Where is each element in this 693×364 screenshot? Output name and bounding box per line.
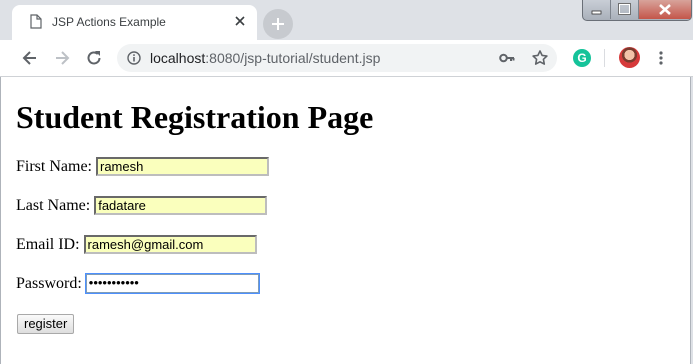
address-bar[interactable]: localhost:8080/jsp-tutorial/student.jsp <box>117 44 557 72</box>
maximize-button[interactable] <box>611 0 639 19</box>
password-input[interactable]: ••••••••••• <box>85 274 259 293</box>
star-icon[interactable] <box>531 49 549 67</box>
minimize-icon <box>591 10 602 15</box>
url-host: localhost <box>150 50 206 66</box>
new-tab-button[interactable] <box>263 9 293 39</box>
toolbar-divider <box>604 49 605 67</box>
maximize-icon <box>618 3 631 15</box>
browser-titlebar: JSP Actions Example <box>0 0 693 40</box>
back-arrow-icon[interactable] <box>21 49 39 67</box>
password-label: Password: <box>16 274 82 292</box>
tab-title: JSP Actions Example <box>52 15 166 29</box>
first-name-label: First Name: <box>16 157 92 175</box>
minimize-button[interactable] <box>583 0 611 19</box>
plus-icon <box>272 18 284 30</box>
url-path: :8080/jsp-tutorial/student.jsp <box>205 50 381 66</box>
browser-tab[interactable]: JSP Actions Example <box>12 5 257 40</box>
first-name-input[interactable]: ramesh <box>96 157 269 176</box>
window-controls <box>582 0 692 21</box>
forward-arrow-icon[interactable] <box>53 49 71 67</box>
password-row: Password: ••••••••••• <box>16 274 259 293</box>
url-text[interactable]: localhost:8080/jsp-tutorial/student.jsp <box>150 50 380 66</box>
grammarly-extension-icon[interactable]: G <box>573 49 591 67</box>
window-close-icon <box>659 4 671 15</box>
register-button[interactable]: register <box>17 314 75 334</box>
grammarly-letter: G <box>577 51 587 65</box>
last-name-label: Last Name: <box>16 196 91 214</box>
page-title: Student Registration Page <box>16 99 374 135</box>
last-name-row: Last Name: fadatare <box>16 196 268 215</box>
page-icon <box>30 14 42 29</box>
last-name-input[interactable]: fadatare <box>94 196 268 215</box>
email-input[interactable]: ramesh@gmail.com <box>83 235 257 254</box>
window-close-button[interactable] <box>639 0 691 19</box>
email-label: Email ID: <box>16 235 80 253</box>
reload-icon[interactable] <box>85 49 103 67</box>
close-tab-icon[interactable] <box>234 15 246 27</box>
page-content: Student Registration Page First Name: ra… <box>0 77 691 364</box>
info-icon[interactable] <box>127 51 141 65</box>
email-row: Email ID: ramesh@gmail.com <box>16 235 257 254</box>
profile-avatar[interactable] <box>619 47 640 68</box>
more-menu-icon[interactable] <box>657 50 665 66</box>
first-name-row: First Name: ramesh <box>16 157 269 176</box>
key-icon[interactable] <box>499 51 515 65</box>
